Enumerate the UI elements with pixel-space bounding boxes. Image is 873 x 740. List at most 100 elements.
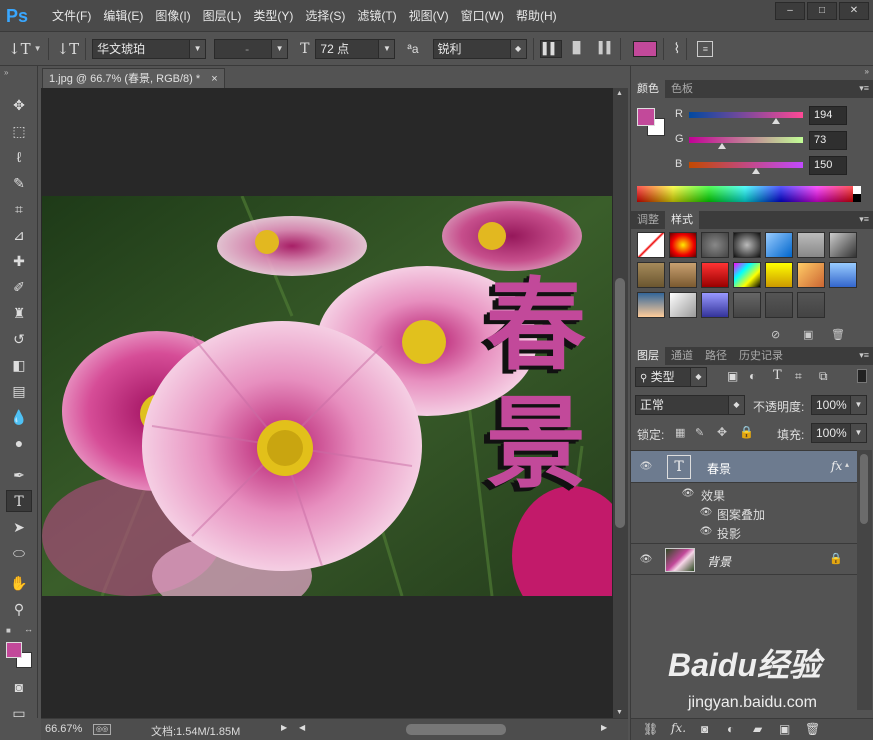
effect-row-pattern-overlay[interactable]: 👁 图案叠加 xyxy=(633,503,858,523)
layer-name[interactable]: 背景 xyxy=(707,553,731,570)
align-right-icon[interactable]: ▐▐ xyxy=(592,40,614,58)
panel-menu-icon[interactable]: ▾≡ xyxy=(859,350,869,361)
style-preset[interactable] xyxy=(765,262,793,288)
style-preset[interactable] xyxy=(765,232,793,258)
style-preset[interactable] xyxy=(797,262,825,288)
scroll-left-icon[interactable]: ◀ xyxy=(299,723,305,732)
style-preset[interactable] xyxy=(829,262,857,288)
pen-tool-icon[interactable]: ✒ xyxy=(6,464,32,486)
quick-mask-icon[interactable]: ◙ xyxy=(6,676,32,698)
new-adjustment-icon[interactable]: ◐ xyxy=(727,722,734,736)
red-knob[interactable] xyxy=(771,118,780,124)
effect-row-drop-shadow[interactable]: 👁 投影 xyxy=(633,522,858,542)
horizontal-scroll-thumb[interactable] xyxy=(406,724,506,735)
style-preset[interactable] xyxy=(669,232,697,258)
style-preset[interactable] xyxy=(733,232,761,258)
move-tool-icon[interactable]: ✥ xyxy=(6,94,32,116)
text-orientation-icon[interactable]: ↓T xyxy=(57,40,80,58)
vertical-scroll-thumb[interactable] xyxy=(615,278,625,528)
vertical-scrollbar[interactable]: ▲ ▼ xyxy=(613,88,628,718)
style-preset[interactable] xyxy=(637,292,665,318)
tab-channels[interactable]: 通道 xyxy=(665,347,699,365)
minimize-button[interactable]: – xyxy=(775,2,805,20)
menu-filter[interactable]: 滤镜(T) xyxy=(351,0,402,32)
scroll-right-icon[interactable]: ▶ xyxy=(601,723,607,732)
delete-style-icon[interactable]: 🗑 xyxy=(831,328,845,341)
align-center-icon[interactable]: ▐▌ xyxy=(566,40,588,58)
visibility-eye-icon[interactable]: 👁 xyxy=(699,525,713,539)
blur-tool-icon[interactable]: 💧 xyxy=(6,406,32,428)
green-slider[interactable]: G 73 xyxy=(675,131,865,151)
blue-knob[interactable] xyxy=(752,168,761,174)
expand-effects-icon[interactable]: ▴ xyxy=(845,460,849,469)
menu-select[interactable]: 选择(S) xyxy=(299,0,351,32)
style-preset[interactable] xyxy=(701,292,729,318)
hand-tool-icon[interactable]: ✋ xyxy=(6,572,32,594)
fill-input[interactable]: 100% ▼ xyxy=(811,423,867,443)
style-preset[interactable] xyxy=(797,232,825,258)
lock-transparent-icon[interactable]: ▦ xyxy=(675,426,685,439)
maximize-button[interactable]: □ xyxy=(807,2,837,20)
healing-brush-tool-icon[interactable]: ✚ xyxy=(6,250,32,272)
effects-row[interactable]: 👁 效果 xyxy=(633,484,858,504)
text-color-swatch[interactable] xyxy=(632,40,657,57)
gradient-tool-icon[interactable]: ▤ xyxy=(6,380,32,402)
marquee-tool-icon[interactable]: ⬚ xyxy=(6,120,32,142)
font-style-select[interactable]: - ▼ xyxy=(214,38,289,59)
antialias-select[interactable]: 锐利 ◆ xyxy=(432,38,527,59)
blue-slider[interactable]: B 150 xyxy=(675,156,865,176)
red-value[interactable]: 194 xyxy=(809,106,847,125)
font-family-select[interactable]: 华文琥珀 ▼ xyxy=(92,38,207,59)
document-tab[interactable]: 1.jpg @ 66.7% (春景, RGB/8) * × xyxy=(42,68,225,88)
visibility-eye-icon[interactable]: 👁 xyxy=(639,553,653,567)
link-layers-icon[interactable]: ⛓ xyxy=(643,722,658,736)
filter-adjustment-icon[interactable]: ◐ xyxy=(749,369,756,383)
collapse-panels-icon[interactable]: » xyxy=(865,67,869,76)
menu-image[interactable]: 图像(I) xyxy=(149,0,196,32)
style-preset[interactable] xyxy=(637,232,665,258)
clone-stamp-tool-icon[interactable]: ♜ xyxy=(6,302,32,324)
filter-pixel-icon[interactable]: ▣ xyxy=(727,369,738,383)
layers-scrollbar[interactable] xyxy=(857,450,872,710)
character-panel-icon[interactable]: ≡ xyxy=(697,40,714,57)
preset-caret-icon[interactable]: ▼ xyxy=(34,44,42,53)
layer-row-background[interactable]: 👁 背景 🔒 xyxy=(631,543,857,575)
layer-filter-select[interactable]: ⚲ 类型 ◆ xyxy=(635,367,707,387)
tab-styles[interactable]: 样式 xyxy=(665,211,699,229)
blue-value[interactable]: 150 xyxy=(809,156,847,175)
color-spectrum-bar[interactable] xyxy=(637,186,853,202)
lock-image-icon[interactable]: ✎ xyxy=(695,426,704,439)
visibility-eye-icon[interactable]: 👁 xyxy=(699,506,713,520)
close-button[interactable]: ✕ xyxy=(839,2,869,20)
tab-swatches[interactable]: 色板 xyxy=(665,80,699,98)
font-size-select[interactable]: 72 点 ▼ xyxy=(315,38,396,59)
menu-window[interactable]: 窗口(W) xyxy=(455,0,510,32)
new-style-icon[interactable]: ▣ xyxy=(803,328,813,341)
style-preset[interactable] xyxy=(797,292,825,318)
dodge-tool-icon[interactable]: ● xyxy=(6,432,32,454)
scroll-up-icon[interactable]: ▲ xyxy=(616,90,623,97)
panel-menu-icon[interactable]: ▾≡ xyxy=(859,214,869,225)
green-value[interactable]: 73 xyxy=(809,131,847,150)
blue-track[interactable] xyxy=(689,162,803,168)
align-left-icon[interactable]: ▌▌ xyxy=(539,39,562,58)
style-preset[interactable] xyxy=(733,292,761,318)
opacity-input[interactable]: 100% ▼ xyxy=(811,395,867,415)
black-swatch[interactable] xyxy=(853,194,861,202)
blend-mode-select[interactable]: 正常 ◆ xyxy=(635,395,745,415)
eyedropper-tool-icon[interactable]: ⊿ xyxy=(6,224,32,246)
fx-badge[interactable]: fx xyxy=(831,459,842,473)
status-menu-icon[interactable]: ▶ xyxy=(281,723,287,732)
menu-view[interactable]: 视图(V) xyxy=(403,0,455,32)
add-mask-icon[interactable]: ◙ xyxy=(701,722,708,736)
clear-style-icon[interactable]: ⊘ xyxy=(771,328,780,341)
filter-type-icon[interactable]: T xyxy=(773,368,782,383)
color-panel-foreground-swatch[interactable] xyxy=(637,108,655,126)
layer-row-text[interactable]: 👁 T 春景 fx ▴ xyxy=(631,451,857,483)
crop-tool-icon[interactable]: ⌗ xyxy=(6,198,32,220)
type-tool-preset-icon[interactable]: ↓T xyxy=(8,40,31,58)
white-swatch[interactable] xyxy=(853,186,861,194)
new-layer-icon[interactable]: ▣ xyxy=(779,722,790,736)
filter-toggle[interactable] xyxy=(857,369,867,383)
tab-layers[interactable]: 图层 xyxy=(631,347,665,365)
